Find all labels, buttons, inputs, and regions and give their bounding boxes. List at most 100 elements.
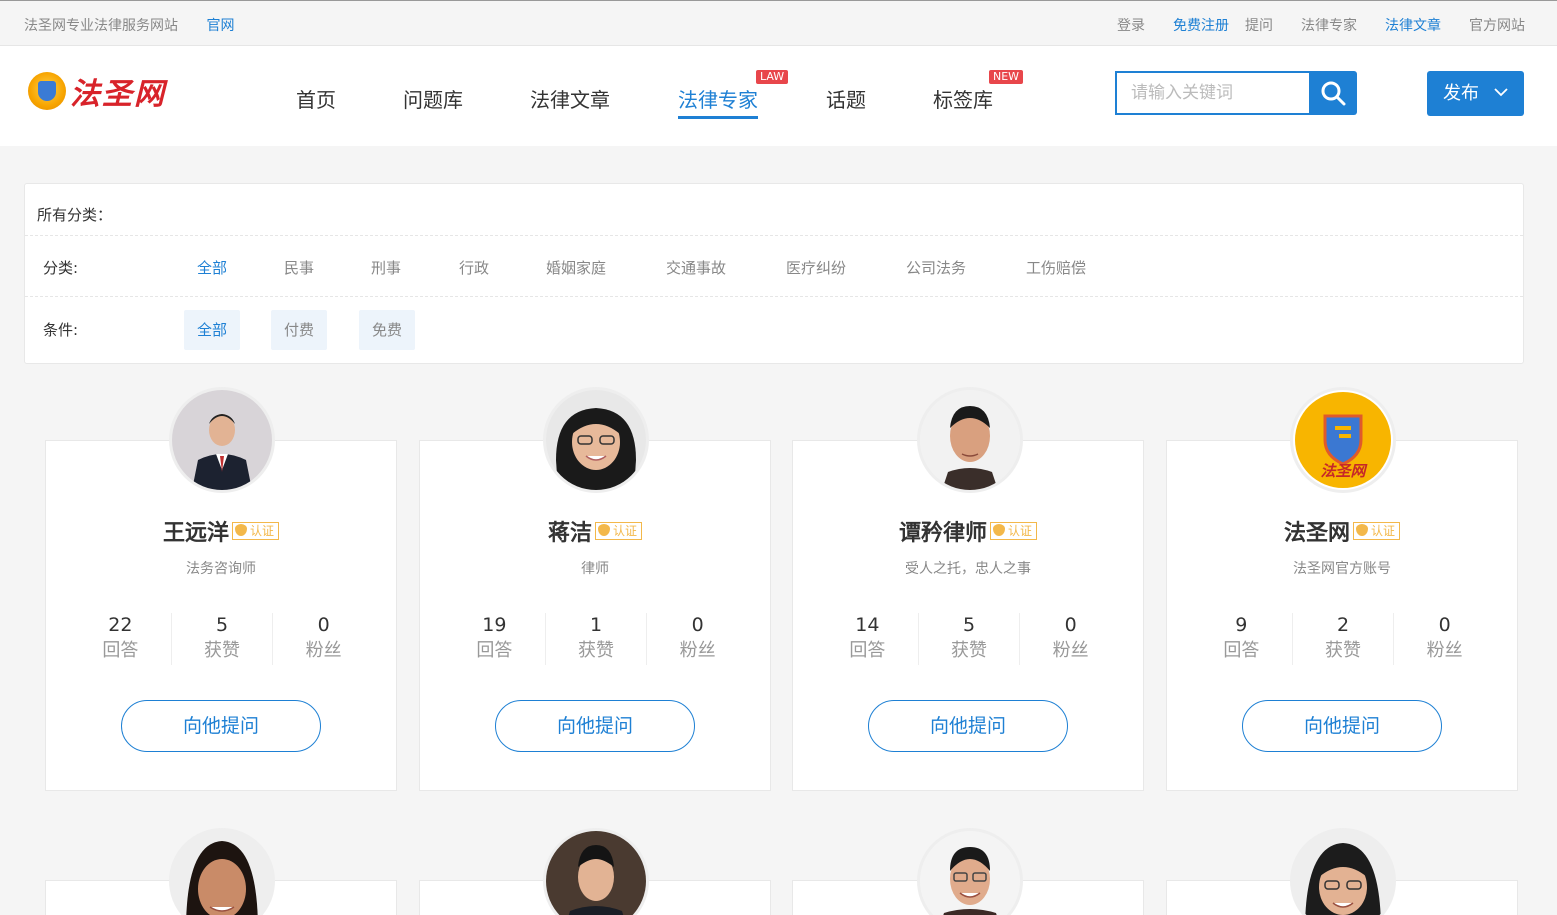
answers-count: 14: [855, 614, 880, 636]
new-tag: NEW: [989, 70, 1024, 84]
fans-stat: 0 粉丝: [1019, 613, 1121, 665]
likes-count: 5: [215, 614, 229, 636]
answers-count: 19: [482, 614, 507, 636]
category-traffic[interactable]: 交通事故: [666, 257, 726, 278]
nav-questions-label: 问题库: [403, 88, 463, 112]
chevron-down-icon: [1494, 88, 1508, 97]
articles-link[interactable]: 法律文章: [1385, 15, 1441, 35]
nav-experts-label: 法律专家: [678, 88, 758, 112]
experts-link[interactable]: 法律专家: [1301, 15, 1357, 35]
official-site-link[interactable]: 官方网站: [1469, 15, 1525, 35]
answers-count: 9: [1235, 614, 1248, 636]
avatar-logo: 法圣网: [1295, 392, 1391, 488]
expert-name-text: 蒋洁: [547, 521, 592, 546]
ask-expert-button[interactable]: 向他提问: [1242, 700, 1442, 752]
verified-badge: 认证: [1353, 522, 1401, 540]
ask-expert-button[interactable]: 向他提问: [495, 700, 695, 752]
avatar-photo: [920, 831, 1020, 915]
expert-avatar[interactable]: [543, 828, 649, 915]
avatar-photo: [546, 390, 646, 490]
diamond-icon: [235, 524, 247, 536]
divider: [25, 296, 1523, 297]
register-link[interactable]: 免费注册: [1173, 15, 1229, 35]
search-icon: [1321, 81, 1346, 106]
expert-avatar[interactable]: [917, 387, 1023, 493]
category-marriage[interactable]: 婚姻家庭: [546, 257, 606, 278]
expert-name-text: 法圣网: [1283, 521, 1350, 546]
answers-stat: 22 回答: [70, 613, 171, 665]
condition-paid[interactable]: 付费: [271, 310, 328, 350]
category-administrative[interactable]: 行政: [459, 257, 489, 278]
site-logo[interactable]: 法圣网: [28, 70, 188, 112]
official-link[interactable]: 官网: [206, 18, 234, 34]
expert-name[interactable]: 谭矜律师 认证: [793, 515, 1143, 547]
expert-name-text: 谭矜律师: [898, 521, 987, 546]
badge-label: 认证: [1371, 524, 1396, 538]
fans-stat: 0 粉丝: [1393, 613, 1495, 665]
publish-label: 发布: [1443, 83, 1479, 104]
diamond-icon: [598, 524, 610, 536]
answers-count: 22: [108, 614, 133, 636]
search-input[interactable]: [1115, 71, 1311, 115]
nav-experts[interactable]: 法律专家 LAW: [678, 70, 789, 119]
publish-button[interactable]: 发布: [1427, 71, 1524, 116]
nav-topics[interactable]: 话题: [826, 84, 866, 113]
condition-label: 条件:: [43, 321, 79, 339]
expert-title: 受人之托，忠人之事: [905, 561, 1031, 577]
answers-label: 回答: [102, 640, 139, 661]
fans-label: 粉丝: [1052, 640, 1089, 661]
expert-avatar[interactable]: [169, 387, 275, 493]
search-button[interactable]: [1309, 71, 1357, 115]
expert-avatar[interactable]: [917, 828, 1023, 915]
expert-stats: 19 回答 1 获赞 0 粉丝: [444, 613, 748, 665]
category-injury[interactable]: 工伤赔偿: [1026, 257, 1086, 278]
diamond-icon: [993, 524, 1005, 536]
fans-stat: 0 粉丝: [646, 613, 748, 665]
expert-avatar[interactable]: [1290, 828, 1396, 915]
category-criminal[interactable]: 刑事: [371, 257, 401, 278]
login-link[interactable]: 登录: [1117, 15, 1145, 35]
expert-avatar[interactable]: [543, 387, 649, 493]
fans-label: 粉丝: [1426, 640, 1463, 661]
expert-name[interactable]: 法圣网 认证: [1167, 515, 1517, 547]
expert-name-text: 王远洋: [162, 521, 229, 546]
fans-count: 0: [1064, 614, 1077, 636]
nav-tags[interactable]: 标签库 NEW: [933, 70, 1024, 113]
avatar-photo: [546, 831, 646, 915]
ask-link[interactable]: 提问: [1245, 15, 1273, 35]
nav-questions[interactable]: 问题库: [403, 84, 463, 113]
nav-articles[interactable]: 法律文章: [530, 84, 610, 113]
expert-name[interactable]: 蒋洁 认证: [420, 515, 770, 547]
nav-home[interactable]: 首页: [296, 84, 336, 113]
expert-stats: 14 回答 5 获赞 0 粉丝: [817, 613, 1121, 665]
expert-name[interactable]: 王远洋 认证: [46, 515, 396, 547]
expert-title: 法圣网官方账号: [1293, 561, 1391, 577]
likes-stat: 5 获赞: [170, 613, 273, 665]
avatar-logo-text: 法圣网: [1320, 462, 1368, 480]
expert-avatar[interactable]: 法圣网: [1290, 387, 1396, 493]
nav-tags-label: 标签库: [933, 88, 993, 112]
category-civil[interactable]: 民事: [284, 257, 314, 278]
ask-expert-button[interactable]: 向他提问: [121, 700, 321, 752]
avatar-photo: [920, 390, 1020, 490]
expert-title: 法务咨询师: [186, 561, 256, 577]
likes-label: 获赞: [204, 640, 240, 661]
top-bar: 法圣网专业法律服务网站 官网 登录 免费注册 提问 法律专家 法律文章 官方网站: [0, 0, 1557, 46]
category-medical[interactable]: 医疗纠纷: [786, 257, 846, 278]
ask-expert-button[interactable]: 向他提问: [868, 700, 1068, 752]
badge-label: 认证: [250, 524, 275, 538]
category-all[interactable]: 全部: [197, 257, 227, 278]
likes-label: 获赞: [1325, 640, 1361, 661]
expert-avatar[interactable]: [169, 828, 275, 915]
badge-label: 认证: [1008, 524, 1033, 538]
avatar-photo: [172, 831, 272, 915]
condition-free[interactable]: 免费: [359, 310, 416, 350]
avatar-photo: [1293, 831, 1393, 915]
likes-stat: 5 获赞: [917, 613, 1020, 665]
category-corporate[interactable]: 公司法务: [906, 257, 966, 278]
fans-stat: 0 粉丝: [272, 613, 374, 665]
likes-count: 5: [962, 614, 976, 636]
badge-label: 认证: [613, 524, 638, 538]
condition-all[interactable]: 全部: [184, 310, 241, 350]
verified-badge: 认证: [595, 522, 643, 540]
